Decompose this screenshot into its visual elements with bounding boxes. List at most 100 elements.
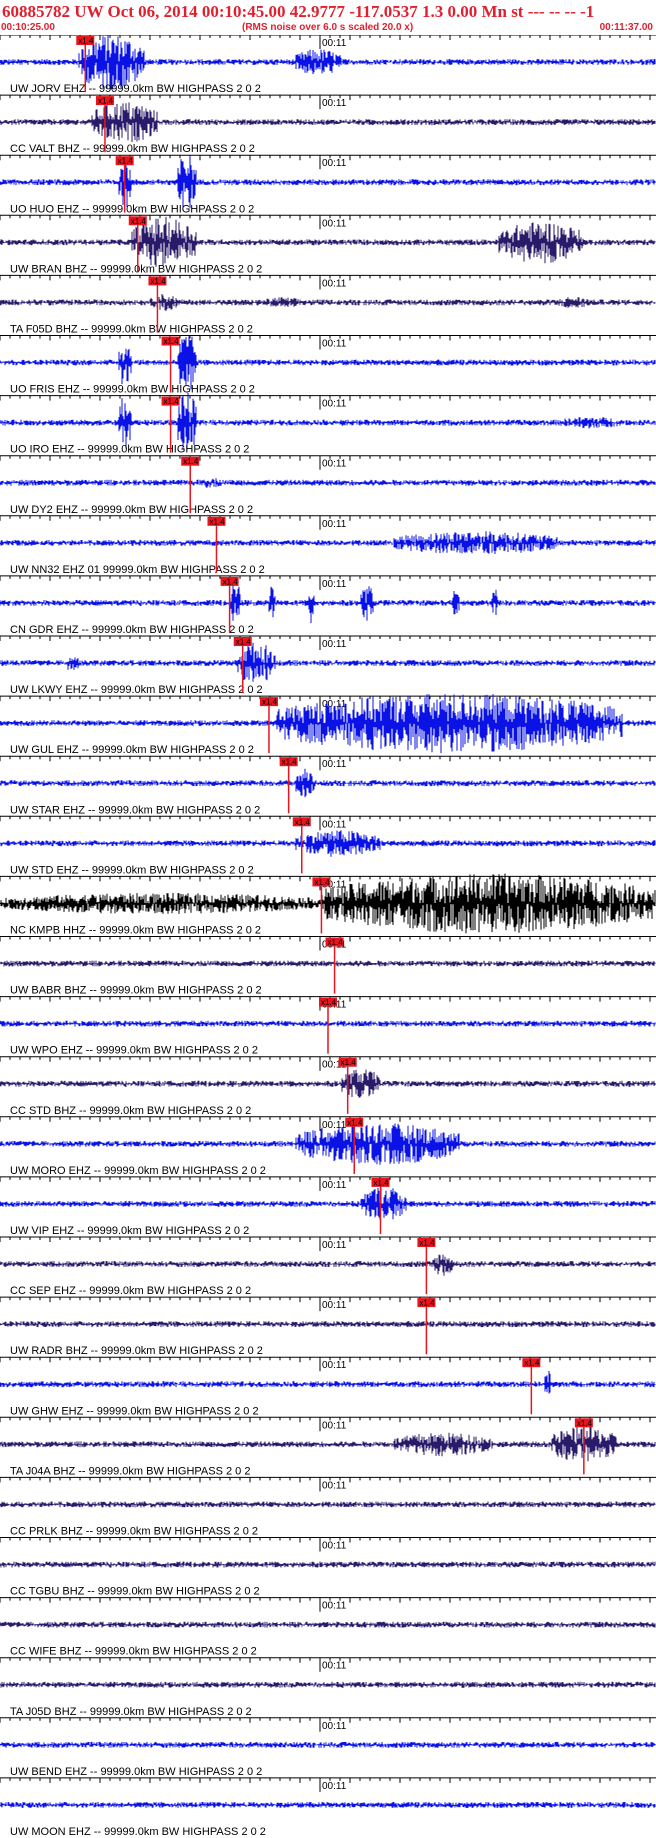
waveform: [0, 294, 656, 311]
station-label: UW RADR BHZ -- 99999.0km BW HIGHPASS 2 0…: [10, 1345, 263, 1357]
trace-row: 00:11 UW LKWY EHZ -- 99999.0km BW HIGHPAS…: [0, 635, 656, 696]
pick-label: x1.4: [183, 457, 199, 466]
trace-row: 00:11UW MORO EHZ -- 99999.0km BW HIGHPAS…: [0, 1116, 656, 1177]
waveform: [0, 478, 656, 488]
trace-row: 00:11NC KMPB HHZ -- 99999.0km BW HIGHPAS…: [0, 873, 656, 937]
pick-label: x1.4: [577, 1419, 593, 1428]
station-label: UW STD EHZ -- 99999.0km BW HIGHPASS 2 0 …: [10, 864, 254, 876]
station-label: UW VIP EHZ -- 99999.0km BW HIGHPASS 2 0 …: [10, 1225, 249, 1237]
station-label: UW JORV EHZ -- 99999.0km BW HIGHPASS 2 0…: [10, 83, 261, 95]
waveform: [0, 584, 656, 624]
waveform: [0, 1741, 656, 1748]
trace-row: 00:11 UO FRIS EHZ -- 99999.0km BW HIGHPAS…: [0, 335, 656, 396]
station-label: UW NN32 EHZ 01 99999.0km BW HIGHPASS 2 0…: [10, 564, 265, 576]
minute-tick-label: 00:11: [322, 1240, 347, 1251]
station-label: CC SEP EHZ -- 99999.0km BW HIGHPASS 2 0 …: [10, 1285, 251, 1297]
pick-label: x1.4: [314, 878, 330, 887]
trace-row: 00:11 CC WIFE BHZ -- 99999.0km BW HIGHPAS…: [0, 1597, 656, 1658]
trace-row: 00:11 UW BEND EHZ -- 99999.0km BW HIGHPAS…: [0, 1717, 656, 1778]
minute-tick-label: 00:11: [322, 158, 347, 169]
trace-row: 00:11 UO IRO EHZ -- 99999.0km BW HIGHPASS…: [0, 392, 656, 456]
pick-label: x1.4: [347, 1118, 363, 1127]
waveform: [0, 531, 656, 554]
pick-label: x1.4: [419, 1239, 435, 1248]
pick-label: x1.4: [321, 998, 337, 1007]
seismogram-plot: 00:11 UW JORV EHZ -- 99999.0km BW HIGHPAS…: [0, 35, 656, 1838]
station-label: CC PRLK BHZ -- 99999.0km BW HIGHPASS 2 0…: [10, 1526, 258, 1538]
minute-tick-label: 00:11: [322, 1601, 347, 1612]
trace-row: 00:11 UW VIP EHZ -- 99999.0km BW HIGHPASS…: [0, 1176, 656, 1237]
station-label: UO FRIS EHZ -- 99999.0km BW HIGHPASS 2 0…: [10, 384, 255, 396]
waveform: [0, 1501, 656, 1508]
station-label: UO IRO EHZ -- 99999.0km BW HIGHPASS 2 0 …: [10, 444, 249, 456]
trace-row: 00:11 CC TGBU BHZ -- 99999.0km BW HIGHPAS…: [0, 1537, 656, 1598]
station-label: UW LKWY EHZ -- 99999.0km BW HIGHPASS 2 0…: [10, 684, 263, 696]
minute-tick-label: 00:11: [322, 459, 347, 470]
trace-row: 00:11 CN GDR EHZ -- 99999.0km BW HIGHPASS…: [0, 575, 656, 636]
trace-row: 00:11UW GUL EHZ -- 99999.0km BW HIGHPASS…: [0, 694, 656, 756]
trace-row: 00:11CC STD BHZ -- 99999.0km BW HIGHPASS…: [0, 1056, 656, 1117]
minute-tick-label: 00:11: [322, 1480, 347, 1491]
station-label: CC TGBU BHZ -- 99999.0km BW HIGHPASS 2 0…: [10, 1586, 260, 1598]
station-label: CC VALT BHZ -- 99999.0km BW HIGHPASS 2 0…: [10, 143, 255, 155]
minute-tick-label: 00:11: [322, 1721, 347, 1732]
station-label: UW BRAN BHZ -- 99999.0km BW HIGHPASS 2 0…: [10, 263, 262, 275]
event-title: 60885782 UW Oct 06, 2014 00:10:45.00 42.…: [2, 2, 595, 21]
station-label: TA J04A BHZ -- 99999.0km BW HIGHPASS 2 0…: [10, 1465, 250, 1477]
trace-row: 00:11 UW STD EHZ -- 99999.0km BW HIGHPASS…: [0, 815, 656, 876]
waveform: [0, 1801, 656, 1808]
noise-note: (RMS noise over 6.0 s scaled 20.0 x): [242, 22, 414, 33]
minute-tick-label: 00:11: [322, 1180, 347, 1191]
trace-row: 00:11 TA J05D BHZ -- 99999.0km BW HIGHPAS…: [0, 1657, 656, 1718]
pick-label: x1.4: [78, 37, 94, 46]
pick-label: x1.4: [118, 157, 134, 166]
trace-row: 00:11 UO HUO EHZ -- 99999.0km BW HIGHPASS…: [0, 154, 656, 215]
trace-row: 00:11 UW DY2 EHZ -- 99999.0km BW HIGHPASS…: [0, 455, 656, 516]
trace-row: 00:11 UW BRAN BHZ -- 99999.0km BW HIGHPAS…: [0, 214, 656, 275]
minute-tick-label: 00:11: [322, 339, 347, 350]
pick-label: x1.4: [131, 217, 147, 226]
pick-label: x1.4: [282, 758, 298, 767]
pick-label: x1.4: [164, 397, 180, 406]
waveform: [0, 830, 656, 857]
minute-tick-label: 00:11: [322, 399, 347, 410]
station-label: UW BABR BHZ -- 99999.0km BW HIGHPASS 2 0…: [10, 985, 262, 997]
station-label: UW GUL EHZ -- 99999.0km BW HIGHPASS 2 0 …: [10, 744, 254, 756]
pick-label: x1.4: [236, 638, 252, 647]
trace-row: 00:11 UW STAR EHZ -- 99999.0km BW HIGHPAS…: [0, 755, 656, 816]
minute-tick-label: 00:11: [322, 278, 347, 289]
pick-label: x1.4: [164, 337, 180, 346]
station-label: UW DY2 EHZ -- 99999.0km BW HIGHPASS 2 0 …: [10, 504, 253, 516]
minute-tick-label: 00:11: [322, 819, 347, 830]
station-label: CC WIFE BHZ -- 99999.0km BW HIGHPASS 2 0…: [10, 1646, 257, 1658]
waveform: [0, 1371, 656, 1394]
pick-label: x1.4: [209, 517, 225, 526]
waveform: [0, 1681, 656, 1688]
pick-label: x1.4: [262, 698, 278, 707]
minute-tick-label: 00:11: [322, 639, 347, 650]
minute-tick-label: 00:11: [322, 1661, 347, 1672]
trace-row: 00:11 CC PRLK BHZ -- 99999.0km BW HIGHPAS…: [0, 1476, 656, 1538]
pick-label: x1.4: [328, 938, 344, 947]
station-label: UO HUO EHZ -- 99999.0km BW HIGHPASS 2 0 …: [10, 203, 254, 215]
pick-label: x1.4: [524, 1359, 540, 1368]
minute-tick-label: 00:11: [322, 1420, 347, 1431]
pick-label: x1.4: [98, 97, 114, 106]
minute-tick-label: 00:11: [322, 1360, 347, 1371]
minute-tick-label: 00:11: [322, 1300, 347, 1311]
start-time: 00:10:25.00: [1, 22, 55, 33]
trace-row: 00:11 UW MOON EHZ -- 99999.0km BW HIGHPAS…: [0, 1777, 656, 1838]
trace-row: 00:11 TA F05D BHZ -- 99999.0km BW HIGHPAS…: [0, 274, 656, 336]
trace-row: 00:11 UW RADR BHZ -- 99999.0km BW HIGHPAS…: [0, 1296, 656, 1357]
waveform: [0, 1254, 656, 1276]
waveform: [0, 1426, 656, 1462]
station-label: UW MOON EHZ -- 99999.0km BW HIGHPASS 2 0…: [10, 1826, 266, 1838]
station-label: UW STAR EHZ -- 99999.0km BW HIGHPASS 2 0…: [10, 804, 260, 816]
waveform: [0, 1187, 656, 1220]
station-label: TA J05D BHZ -- 99999.0km BW HIGHPASS 2 0…: [10, 1706, 252, 1718]
waveform: [0, 960, 656, 967]
trace-row: 00:11UW WPO EHZ -- 99999.0km BW HIGHPASS…: [0, 996, 656, 1057]
pick-label: x1.4: [295, 818, 311, 827]
pick-label: x1.4: [150, 277, 166, 286]
trace-row: 00:11 CC VALT BHZ -- 99999.0km BW HIGHPAS…: [0, 94, 656, 155]
